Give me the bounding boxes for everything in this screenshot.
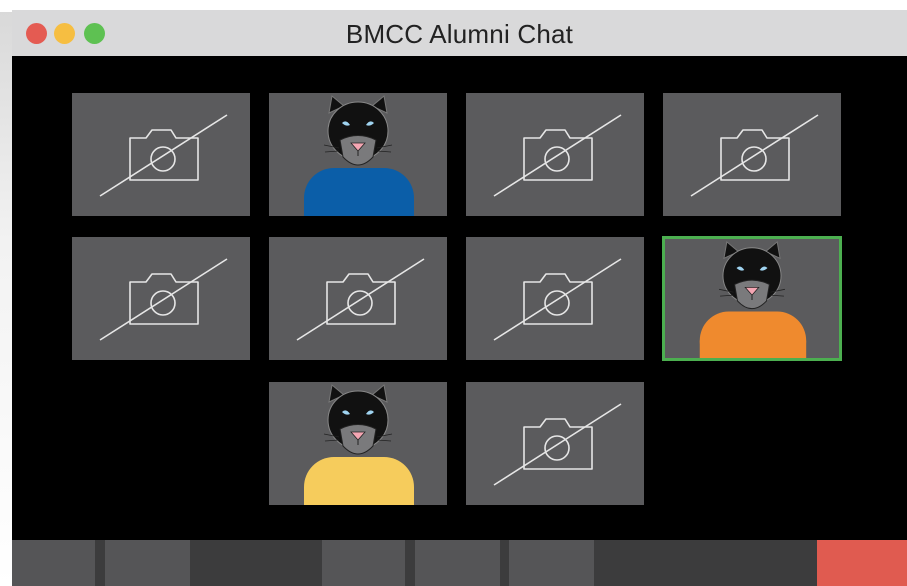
panther-avatar	[304, 95, 414, 216]
camera-off-icon	[99, 258, 228, 341]
participant-tile-10[interactable]	[466, 382, 644, 505]
window-title: BMCC Alumni Chat	[345, 19, 574, 49]
participant-tile-6[interactable]	[269, 237, 447, 360]
participant-tile-7[interactable]	[466, 237, 644, 360]
participant-tile-4[interactable]	[663, 93, 841, 216]
camera-off-icon	[493, 114, 622, 197]
camera-off-icon	[99, 114, 228, 197]
title-bar: BMCC Alumni Chat	[12, 10, 907, 56]
app-window: BMCC Alumni Chat	[12, 10, 907, 586]
camera-off-icon	[493, 403, 622, 486]
participant-tile-1[interactable]	[72, 93, 250, 216]
panther-avatar	[699, 240, 807, 358]
participant-tile-3[interactable]	[466, 93, 644, 216]
panther-avatar	[304, 384, 414, 505]
participant-tile-5[interactable]	[72, 237, 250, 360]
camera-off-icon	[296, 258, 425, 341]
camera-off-icon	[690, 114, 819, 197]
participant-tile-9[interactable]	[269, 382, 447, 505]
participant-tile-2[interactable]	[269, 93, 447, 216]
toolbar-button-4[interactable]	[415, 540, 500, 586]
camera-off-icon	[493, 258, 622, 341]
call-toolbar	[12, 540, 907, 586]
toolbar-button-1[interactable]	[12, 540, 95, 586]
toolbar-button-2[interactable]	[105, 540, 190, 586]
toolbar-button-3[interactable]	[322, 540, 405, 586]
toolbar-button-5[interactable]	[509, 540, 594, 586]
end-call-button[interactable]	[817, 540, 907, 586]
participant-tile-8-active-speaker[interactable]	[662, 236, 842, 361]
